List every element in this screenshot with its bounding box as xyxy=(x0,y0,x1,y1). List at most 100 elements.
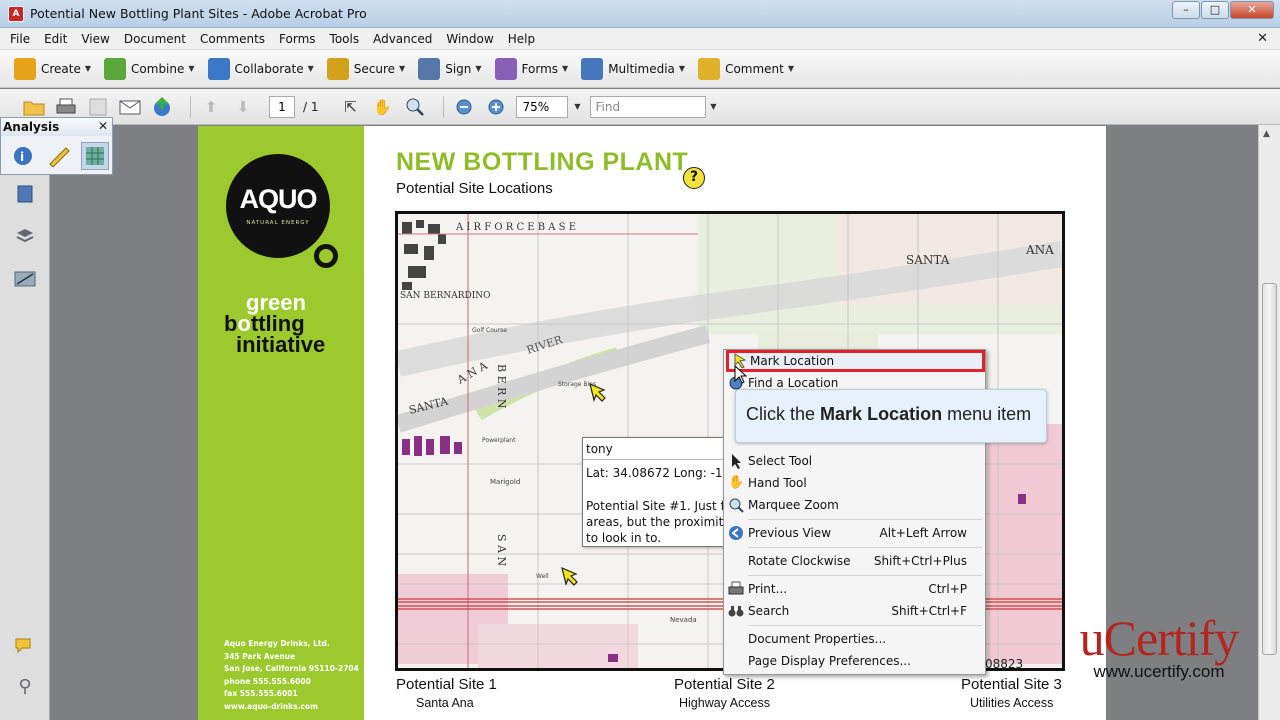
measuring-tool-icon[interactable] xyxy=(45,142,73,170)
chevron-down-icon: ▼ xyxy=(307,64,314,73)
menu-item-shortcut: Shift+Ctrl+Plus xyxy=(873,554,967,568)
menu-item-hand-tool[interactable]: ✋ Hand Tool xyxy=(724,472,985,494)
menu-separator xyxy=(748,625,982,626)
upload-icon[interactable] xyxy=(150,96,174,118)
select-arrow-icon[interactable]: ⇱ xyxy=(339,96,363,118)
menu-edit[interactable]: Edit xyxy=(37,28,74,50)
chevron-down-icon: ▼ xyxy=(678,64,686,73)
company-address: Aquo Energy Drinks, Ltd. 345 Park Avenue… xyxy=(224,638,359,713)
email-icon[interactable] xyxy=(118,96,142,118)
menu-window[interactable]: Window xyxy=(439,28,500,50)
signatures-icon[interactable] xyxy=(14,268,36,290)
zoom-out-icon[interactable] xyxy=(452,96,476,118)
combine-label: Combine xyxy=(131,61,185,76)
map-label-nevada: Nevada xyxy=(670,616,697,624)
hand-icon[interactable]: ✋ xyxy=(371,96,395,118)
menu-separator xyxy=(748,575,982,576)
site-2-sub: Highway Access xyxy=(679,696,771,710)
chevron-down-icon: ▼ xyxy=(399,64,406,73)
forms-button[interactable]: Forms ▼ xyxy=(494,57,569,80)
map-label-golf: Golf Course xyxy=(472,327,507,334)
aquo-logo: AQUO NATURAL ENERGY xyxy=(226,154,330,258)
secure-button[interactable]: Secure ▼ xyxy=(326,57,406,80)
collaborate-button[interactable]: Collaborate ▼ xyxy=(207,57,314,80)
menu-view[interactable]: View xyxy=(74,28,116,50)
marquee-zoom-icon[interactable] xyxy=(403,96,427,118)
hand-icon: ✋ xyxy=(728,475,745,490)
pages-panel-icon[interactable] xyxy=(14,183,36,205)
multimedia-icon xyxy=(581,57,604,80)
create-button[interactable]: Create ▼ xyxy=(14,57,92,80)
map-label-airforce: A I R F O R C E B A S E xyxy=(455,222,576,233)
menu-forms[interactable]: Forms xyxy=(272,28,322,50)
coordinates-peek: 08823 xyxy=(985,657,1024,671)
print-icon[interactable] xyxy=(54,96,78,118)
menu-item-previous-view[interactable]: Previous View Alt+Left Arrow xyxy=(724,522,985,544)
menu-item-page-display-preferences[interactable]: Page Display Preferences... xyxy=(724,650,985,672)
document-close-button[interactable]: ✕ xyxy=(1257,31,1268,46)
navigation-toolbar: ⬆ ⬇ 1 / 1 ⇱ ✋ 75% ▼ Find ▼ xyxy=(0,89,1280,125)
toolbar-separator xyxy=(190,95,191,118)
company-street: 345 Park Avenue xyxy=(224,651,296,661)
tagline-bottling: bottling xyxy=(224,311,305,336)
page-subtitle: Potential Site Locations xyxy=(396,180,553,197)
chevron-down-icon: ▼ xyxy=(562,64,569,73)
multimedia-button[interactable]: Multimedia ▼ xyxy=(581,57,686,80)
previous-page-icon[interactable]: ⬆ xyxy=(199,96,223,118)
next-page-icon[interactable]: ⬇ xyxy=(231,96,255,118)
layers-icon[interactable] xyxy=(14,225,36,247)
geospatial-tool-icon[interactable] xyxy=(81,142,109,170)
menu-item-marquee-zoom[interactable]: Marquee Zoom xyxy=(724,494,985,516)
chevron-down-icon: ▼ xyxy=(787,64,795,73)
page-number-input[interactable]: 1 xyxy=(269,95,295,118)
attachments-icon[interactable]: ⚲ xyxy=(14,675,36,697)
chevron-down-icon: ▼ xyxy=(84,64,92,73)
combine-button[interactable]: Combine ▼ xyxy=(104,57,195,80)
menu-advanced[interactable]: Advanced xyxy=(366,28,439,50)
help-icon[interactable]: ? xyxy=(683,167,705,189)
menu-tools[interactable]: Tools xyxy=(323,28,367,50)
menu-document[interactable]: Document xyxy=(117,28,193,50)
find-placeholder: Find xyxy=(595,99,621,114)
comment-button[interactable]: Comment ▼ xyxy=(698,57,795,80)
menu-item-rotate-clockwise[interactable]: Rotate Clockwise Shift+Ctrl+Plus xyxy=(724,550,985,572)
note-body-line: areas, but the proximity xyxy=(586,515,731,529)
company-name: Aquo Energy Drinks, Ltd. xyxy=(224,639,330,648)
chevron-down-icon: ▼ xyxy=(710,101,717,111)
menu-help[interactable]: Help xyxy=(501,28,542,50)
callout-text: Click the Mark Location menu item xyxy=(746,404,1032,424)
comment-note-popup[interactable]: tony Lat: 34.08672 Long: -11 Potential S… xyxy=(582,437,732,547)
maximize-button[interactable]: □ xyxy=(1201,1,1229,19)
save-icon[interactable] xyxy=(86,96,110,118)
chevron-down-icon: ▼ xyxy=(475,64,482,73)
logo-tail xyxy=(314,244,338,268)
site-2-label: Potential Site 2 xyxy=(674,676,775,693)
menu-item-search[interactable]: Search Shift+Ctrl+F xyxy=(724,600,985,622)
zoom-in-icon[interactable] xyxy=(484,96,508,118)
menu-bar: File Edit View Document Comments Forms T… xyxy=(0,28,1280,50)
marquee-zoom-icon xyxy=(729,498,744,513)
object-data-tool-icon[interactable]: i xyxy=(9,142,37,170)
watermark-brand: uCertify xyxy=(1079,610,1240,666)
menu-item-print[interactable]: Print... Ctrl+P xyxy=(724,578,985,600)
menu-item-select-tool[interactable]: Select Tool xyxy=(724,450,985,472)
menu-comments[interactable]: Comments xyxy=(193,28,272,50)
mouse-cursor-icon xyxy=(734,365,748,384)
menu-file[interactable]: File xyxy=(0,28,37,50)
scrollbar-thumb[interactable] xyxy=(1262,283,1277,655)
sign-button[interactable]: Sign ▼ xyxy=(418,57,482,80)
zoom-level-select[interactable]: 75% ▼ xyxy=(515,95,581,118)
pen-icon xyxy=(418,57,441,80)
menu-item-mark-location[interactable]: Mark Location xyxy=(726,350,985,372)
find-input[interactable]: Find ▼ xyxy=(589,95,717,118)
close-button[interactable]: ✕ xyxy=(1230,1,1274,19)
logo-brand: AQUO xyxy=(239,184,318,214)
analysis-close-button[interactable]: ✕ xyxy=(98,119,108,133)
scroll-up-icon[interactable]: ▲ xyxy=(1263,129,1270,139)
map-label-bern: B E R N xyxy=(495,364,508,409)
comments-panel-icon[interactable] xyxy=(14,635,36,657)
acrobat-icon: A xyxy=(8,5,24,22)
menu-item-document-properties[interactable]: Document Properties... xyxy=(724,628,985,650)
minimize-button[interactable]: – xyxy=(1172,1,1200,19)
open-folder-icon[interactable] xyxy=(22,96,46,118)
